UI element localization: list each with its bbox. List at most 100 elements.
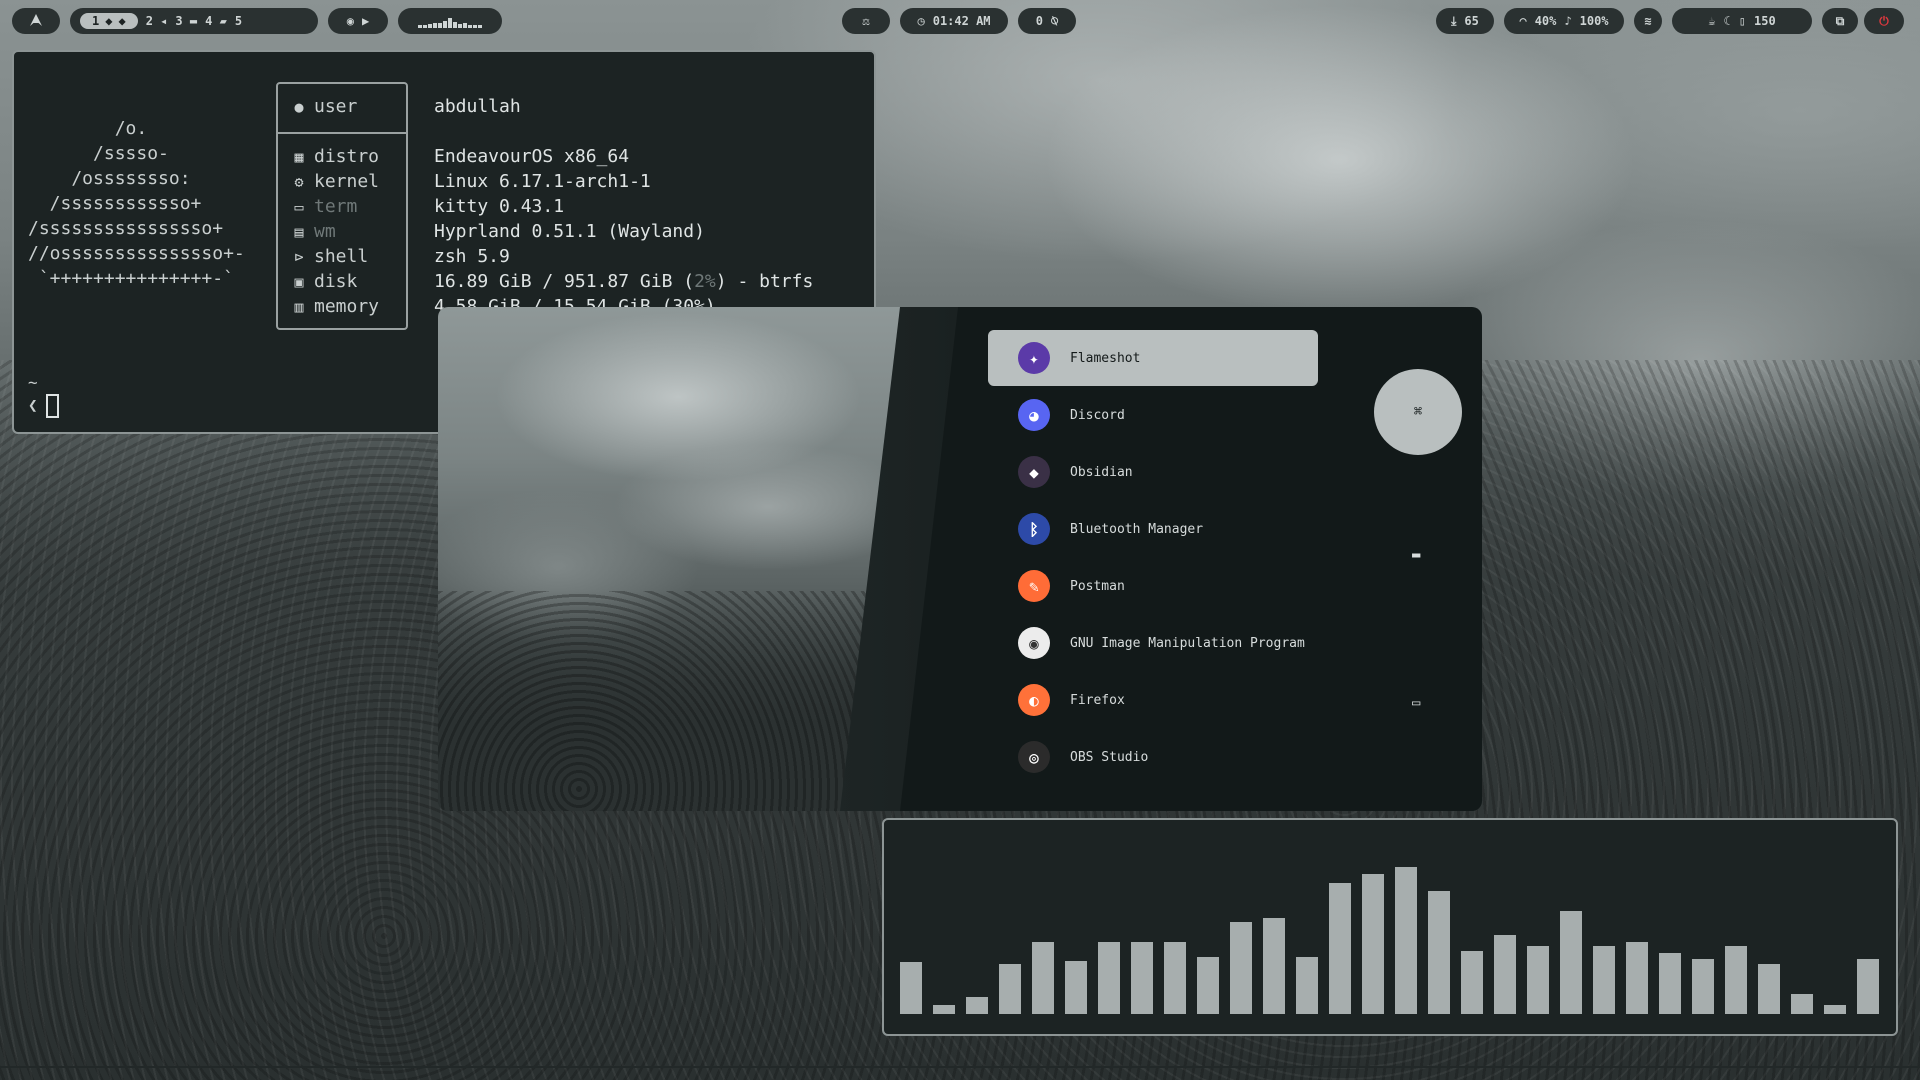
visualizer-bar bbox=[1527, 946, 1549, 1014]
bottom-edge bbox=[0, 1066, 1920, 1068]
workspace-5[interactable]: 5 bbox=[235, 14, 242, 28]
key-distro: ▦ distro bbox=[290, 146, 379, 167]
power-button[interactable]: ⏻ bbox=[1864, 8, 1904, 34]
shell-prompt[interactable]: ~ ❮ bbox=[28, 372, 59, 418]
app-launcher: ✦ Flameshot ◕ Discord ◆ Obsidian ᛒ Bluetooth Ma… bbox=[438, 307, 1482, 811]
moon-icon[interactable]: ☾ bbox=[1724, 14, 1731, 28]
postman-icon: ✎ bbox=[1018, 570, 1050, 602]
visualizer-bar bbox=[1857, 959, 1879, 1014]
key-disk: ▣ disk bbox=[290, 271, 357, 292]
workspace-4[interactable]: 4 ▰ bbox=[205, 14, 227, 28]
audio-visualizer-mini bbox=[398, 8, 502, 34]
key-wm: ▤ wm bbox=[290, 221, 335, 242]
keys-divider bbox=[278, 132, 406, 134]
discord-icon: ◕ bbox=[1018, 399, 1050, 431]
app-item-flameshot[interactable]: ✦ Flameshot bbox=[988, 330, 1318, 386]
workspace-active[interactable]: 1 ◆ ◆ bbox=[80, 13, 138, 29]
visualizer-bar bbox=[1329, 883, 1351, 1014]
key-user: ● user bbox=[290, 96, 357, 117]
visualizer-bar bbox=[1395, 867, 1417, 1014]
workspace-2[interactable]: 2 ◂ bbox=[146, 14, 168, 28]
windows-icon: ⧉ bbox=[1835, 13, 1845, 28]
clock[interactable]: ◷ 01:42 AM bbox=[900, 8, 1008, 34]
cat-icon: ◆ bbox=[105, 14, 113, 28]
tray-toggle[interactable]: ⧉ bbox=[1822, 8, 1858, 34]
user-icon: ● bbox=[294, 97, 304, 116]
visualizer-bar bbox=[1758, 964, 1780, 1014]
key-memory: ▥ memory bbox=[290, 296, 379, 317]
visualizer-bar bbox=[1593, 946, 1615, 1014]
mode-apps-button[interactable]: ⌘ bbox=[1374, 369, 1462, 455]
app-item-discord[interactable]: ◕ Discord bbox=[988, 387, 1318, 443]
updates[interactable]: ⤓ 65 bbox=[1436, 8, 1494, 34]
memory-icon: ▥ bbox=[294, 297, 304, 316]
mini-bars bbox=[418, 14, 482, 28]
app-item-firefox[interactable]: ◐ Firefox bbox=[988, 672, 1318, 728]
gear-icon: ⚙ bbox=[294, 172, 304, 191]
app-label: Obsidian bbox=[1070, 464, 1133, 480]
cat-icon: ◆ bbox=[118, 14, 126, 28]
play-icon[interactable]: ▶ bbox=[362, 14, 369, 28]
app-label: OBS Studio bbox=[1070, 749, 1149, 765]
folder-icon[interactable]: ▬ bbox=[1412, 547, 1420, 563]
visualizer-bar bbox=[1659, 953, 1681, 1014]
layers-button[interactable]: ≋ bbox=[1634, 8, 1662, 34]
visualizer-bar bbox=[1362, 874, 1384, 1014]
key-kernel: ⚙ kernel bbox=[290, 171, 379, 192]
gimp-icon: ◉ bbox=[1018, 627, 1050, 659]
clock-icon: ◷ bbox=[917, 14, 925, 28]
battery-icon: ▯ bbox=[1738, 14, 1746, 28]
microphone-icon: ♪ bbox=[1564, 14, 1572, 28]
visualizer-bar bbox=[1098, 942, 1120, 1014]
download-icon: ⤓ bbox=[1451, 13, 1457, 28]
visualizer-bar bbox=[1824, 1005, 1846, 1014]
app-item-postman[interactable]: ✎ Postman bbox=[988, 558, 1318, 614]
visualizer-bar bbox=[1626, 942, 1648, 1014]
app-item-obsidian[interactable]: ◆ Obsidian bbox=[988, 444, 1318, 500]
app-item-obs[interactable]: ◎ OBS Studio bbox=[988, 729, 1318, 785]
visualizer-bar bbox=[1065, 961, 1087, 1014]
value-disk: 16.89 GiB / 951.87 GiB (2%) - btrfs bbox=[434, 271, 814, 292]
visualizer-bar bbox=[933, 1005, 955, 1014]
visualizer-bar bbox=[999, 964, 1021, 1014]
system-tray: ☕ ☾ ▯ 150 bbox=[1672, 8, 1812, 34]
audio-levels[interactable]: ◠ 40% ♪ 100% bbox=[1504, 8, 1624, 34]
terminal-icon: ◂ bbox=[160, 14, 168, 28]
notifications[interactable]: 0 ⍉ bbox=[1018, 8, 1076, 34]
power-icon: ⏻ bbox=[1879, 13, 1889, 28]
shell-icon: ⊳ bbox=[294, 247, 304, 266]
audio-visualizer bbox=[882, 818, 1898, 1036]
headphones-icon: ◠ bbox=[1519, 14, 1527, 28]
folder-icon: ▰ bbox=[219, 14, 227, 28]
obs-icon: ◎ bbox=[1018, 741, 1050, 773]
flameshot-icon: ✦ bbox=[1018, 342, 1050, 374]
value-kernel: Linux 6.17.1-arch1-1 bbox=[434, 171, 651, 192]
value-shell: zsh 5.9 bbox=[434, 246, 510, 267]
visualizer-bar bbox=[1296, 957, 1318, 1014]
visualizer-bar bbox=[1197, 957, 1219, 1014]
obsidian-icon: ◆ bbox=[1018, 456, 1050, 488]
value-distro: EndeavourOS x86_64 bbox=[434, 146, 630, 167]
window-icon[interactable]: ▭ bbox=[1412, 695, 1420, 711]
app-label: GNU Image Manipulation Program bbox=[1070, 635, 1305, 651]
record-icon[interactable]: ◉ bbox=[347, 14, 354, 28]
app-item-bluetooth[interactable]: ᛒ Bluetooth Manager bbox=[988, 501, 1318, 557]
value-wm: Hyprland 0.51.1 (Wayland) bbox=[434, 221, 705, 242]
app-item-gimp[interactable]: ◉ GNU Image Manipulation Program bbox=[988, 615, 1318, 671]
fetch-keys-box: ● user ▦ distro ⚙ kernel ▭ term ▤ wm ⊳ s… bbox=[276, 82, 408, 330]
app-label: Discord bbox=[1070, 407, 1125, 423]
visualizer-bar bbox=[1230, 922, 1252, 1014]
launcher-button[interactable] bbox=[12, 8, 60, 34]
visualizer-bar bbox=[1428, 891, 1450, 1014]
balance-button[interactable]: ⚖ bbox=[842, 8, 890, 34]
workspace-3[interactable]: 3 ▬ bbox=[175, 14, 197, 28]
visualizer-bar bbox=[1494, 935, 1516, 1014]
arch-logo-icon bbox=[29, 13, 43, 30]
coffee-icon[interactable]: ☕ bbox=[1708, 14, 1715, 28]
key-shell: ⊳ shell bbox=[290, 246, 368, 267]
visualizer-bar bbox=[1164, 942, 1186, 1014]
visualizer-bars bbox=[900, 830, 1880, 1014]
window-icon: ▤ bbox=[294, 222, 304, 241]
bluetooth-icon: ᛒ bbox=[1018, 513, 1050, 545]
visualizer-bar bbox=[1131, 942, 1153, 1014]
